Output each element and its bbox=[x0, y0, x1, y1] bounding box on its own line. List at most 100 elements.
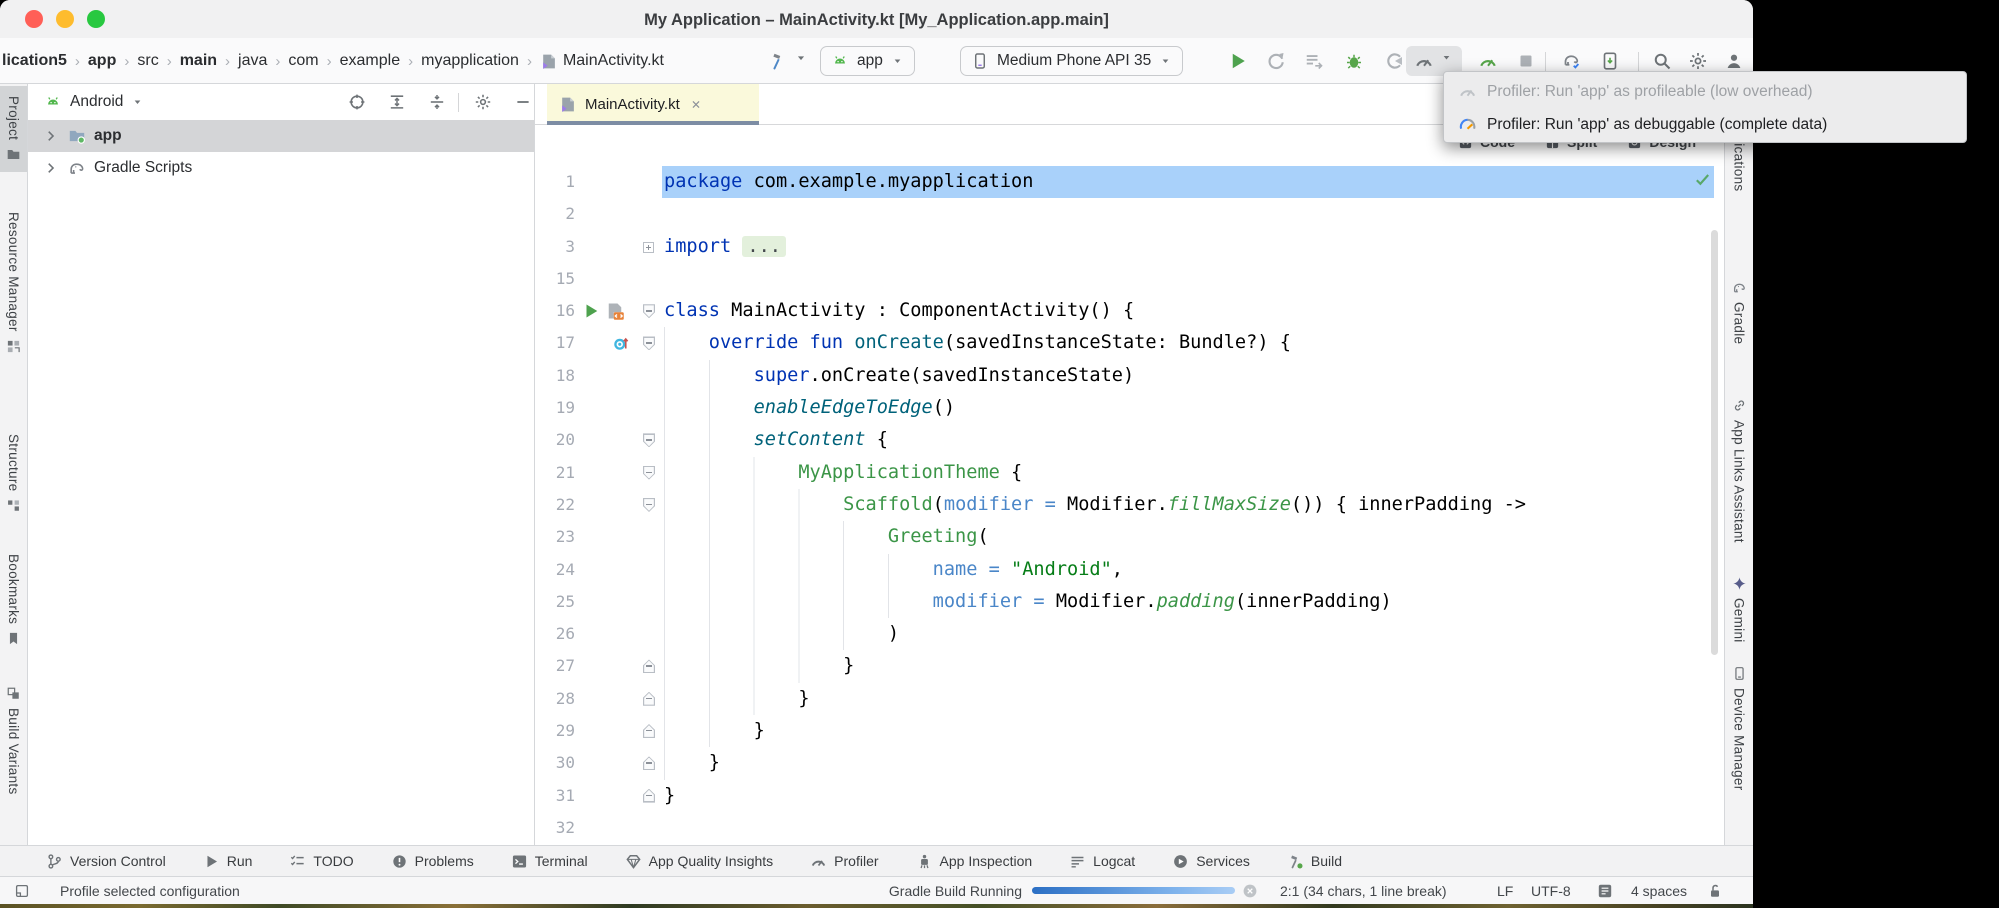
toolwindow-button-todo[interactable]: TODO bbox=[289, 853, 353, 870]
tree-row-app[interactable]: app bbox=[28, 120, 534, 152]
code-line[interactable]: 26 ) bbox=[535, 618, 1724, 650]
stripe-item-gradle[interactable]: Gradle bbox=[1725, 280, 1753, 344]
code-line[interactable]: 20 setContent { bbox=[535, 424, 1724, 456]
stripe-item-build-variants[interactable]: Build Variants bbox=[0, 686, 27, 795]
code-line[interactable]: 18 super.onCreate(savedInstanceState) bbox=[535, 360, 1724, 392]
toolwindow-button-terminal[interactable]: Terminal bbox=[511, 853, 588, 870]
collapse-all-icon[interactable] bbox=[428, 93, 446, 111]
chevron-right-icon[interactable] bbox=[42, 159, 60, 177]
build-hammer-icon[interactable] bbox=[768, 51, 788, 71]
toolwindow-button-version-control[interactable]: Version Control bbox=[46, 853, 166, 870]
chevron-right-icon[interactable] bbox=[42, 127, 60, 145]
caret-position-widget[interactable]: 2:1 (34 chars, 1 line break) bbox=[1280, 877, 1447, 904]
fold-marker[interactable] bbox=[643, 336, 655, 350]
fold-marker[interactable] bbox=[643, 692, 655, 706]
toolwindow-button-logcat[interactable]: Logcat bbox=[1069, 853, 1135, 870]
profiler-menu-item[interactable]: Profiler: Run 'app' as profileable (low … bbox=[1444, 75, 1966, 108]
settings-icon[interactable] bbox=[474, 93, 492, 111]
settings-icon[interactable] bbox=[1688, 51, 1708, 71]
code-line[interactable]: 31} bbox=[535, 780, 1724, 812]
project-view-selector[interactable]: Android bbox=[70, 93, 123, 111]
code-line[interactable]: 29 } bbox=[535, 715, 1724, 747]
breadcrumb-item[interactable]: MainActivity.kt bbox=[540, 52, 664, 70]
run-icon[interactable] bbox=[1228, 51, 1248, 71]
apply-changes-icon[interactable] bbox=[1266, 51, 1286, 71]
line-separator-widget[interactable]: LF bbox=[1497, 877, 1513, 904]
stripe-item-app-links-assistant[interactable]: App Links Assistant bbox=[1725, 398, 1753, 543]
debug-icon[interactable] bbox=[1344, 51, 1364, 71]
locate-icon[interactable] bbox=[348, 93, 366, 111]
indent-widget[interactable]: 4 spaces bbox=[1631, 877, 1687, 904]
code-line[interactable]: 1package com.example.myapplication bbox=[535, 166, 1724, 198]
fold-marker[interactable] bbox=[643, 724, 655, 738]
lock-icon[interactable] bbox=[1707, 883, 1723, 899]
close-icon[interactable] bbox=[689, 96, 703, 113]
code-line[interactable]: 24 name = "Android", bbox=[535, 554, 1724, 586]
stripe-item-bookmarks[interactable]: Bookmarks bbox=[0, 554, 27, 646]
toolwindow-button-app-inspection[interactable]: App Inspection bbox=[916, 853, 1033, 870]
editor-tab-mainactivity[interactable]: MainActivity.kt bbox=[547, 84, 759, 125]
fold-marker[interactable] bbox=[643, 756, 655, 770]
device-select[interactable]: Medium Phone API 35 bbox=[960, 46, 1183, 76]
code-line[interactable]: 28 } bbox=[535, 683, 1724, 715]
hide-icon[interactable] bbox=[514, 93, 532, 111]
breadcrumb-item[interactable]: com bbox=[288, 52, 318, 70]
toolwindow-button-run[interactable]: Run bbox=[203, 853, 253, 870]
stop-icon[interactable] bbox=[1516, 51, 1536, 71]
fold-marker[interactable] bbox=[643, 498, 655, 512]
code-line[interactable]: 25 modifier = Modifier.padding(innerPadd… bbox=[535, 586, 1724, 618]
breadcrumb-item[interactable]: myapplication bbox=[421, 52, 519, 70]
encoding-widget[interactable]: UTF-8 bbox=[1531, 877, 1571, 904]
cancel-progress-icon[interactable] bbox=[1242, 883, 1258, 899]
code-line[interactable]: 16class MainActivity : ComponentActivity… bbox=[535, 295, 1724, 327]
code-line[interactable]: 15 bbox=[535, 263, 1724, 295]
run-configuration-select[interactable]: app bbox=[820, 46, 915, 76]
breadcrumb-item[interactable]: lication5 bbox=[2, 52, 67, 70]
fold-expand-marker[interactable] bbox=[643, 242, 654, 253]
code-line[interactable]: 21 MyApplicationTheme { bbox=[535, 457, 1724, 489]
profiler-icon[interactable] bbox=[1414, 51, 1434, 71]
fold-marker[interactable] bbox=[643, 304, 655, 318]
toolwindow-button-app-quality-insights[interactable]: App Quality Insights bbox=[625, 853, 774, 870]
code-line[interactable]: 3import ... bbox=[535, 231, 1724, 263]
composable-preview-icon[interactable] bbox=[605, 301, 625, 321]
fold-marker[interactable] bbox=[643, 659, 655, 673]
code-line[interactable]: 23 Greeting( bbox=[535, 521, 1724, 553]
code-area[interactable]: 1package com.example.myapplication23impo… bbox=[535, 125, 1724, 845]
run-configurations-icon[interactable] bbox=[1304, 51, 1324, 71]
run-line-icon[interactable] bbox=[581, 301, 601, 321]
attach-debugger-icon[interactable] bbox=[1384, 51, 1404, 71]
stripe-item-project[interactable]: Project bbox=[0, 86, 27, 172]
code-line[interactable]: 30 } bbox=[535, 747, 1724, 779]
toolwindow-button-services[interactable]: Services bbox=[1172, 853, 1250, 870]
toolwindow-button-profiler[interactable]: Profiler bbox=[810, 853, 878, 870]
fold-marker[interactable] bbox=[643, 433, 655, 447]
inspections-ok-icon[interactable] bbox=[1693, 170, 1712, 189]
device-manager-icon[interactable] bbox=[1600, 51, 1620, 71]
fold-marker[interactable] bbox=[643, 466, 655, 480]
toolwindow-button-problems[interactable]: Problems bbox=[391, 853, 474, 870]
user-profile-icon[interactable] bbox=[1724, 51, 1744, 71]
chevron-down-icon[interactable] bbox=[131, 93, 144, 111]
profiler-menu-item[interactable]: Profiler: Run 'app' as debuggable (compl… bbox=[1444, 108, 1966, 141]
profile-run-icon[interactable] bbox=[1478, 51, 1498, 71]
search-everywhere-icon[interactable] bbox=[1652, 51, 1672, 71]
stripe-item-structure[interactable]: Structure bbox=[0, 434, 27, 513]
layout-widget-icon[interactable] bbox=[14, 883, 30, 899]
fold-marker[interactable] bbox=[643, 789, 655, 803]
profiler-dropdown-chevron-icon[interactable] bbox=[1440, 51, 1453, 71]
code-line[interactable]: 27 } bbox=[535, 650, 1724, 682]
stripe-item-resource-manager[interactable]: Resource Manager bbox=[0, 212, 27, 354]
breadcrumb-item[interactable]: java bbox=[238, 52, 267, 70]
code-line[interactable]: 19 enableEdgeToEdge() bbox=[535, 392, 1724, 424]
overrides-icon[interactable] bbox=[611, 333, 631, 353]
stripe-item-device-manager[interactable]: Device Manager bbox=[1725, 666, 1753, 791]
code-line[interactable]: 32 bbox=[535, 812, 1724, 844]
gradle-sync-icon[interactable] bbox=[1562, 51, 1582, 71]
indent-style-icon[interactable] bbox=[1597, 883, 1613, 899]
build-dropdown-chevron-icon[interactable] bbox=[794, 51, 808, 71]
breadcrumb-item[interactable]: src bbox=[137, 52, 158, 70]
stripe-item-gemini[interactable]: Gemini bbox=[1725, 576, 1753, 643]
breadcrumb-item[interactable]: example bbox=[340, 52, 400, 70]
editor-scrollbar[interactable] bbox=[1711, 230, 1718, 655]
